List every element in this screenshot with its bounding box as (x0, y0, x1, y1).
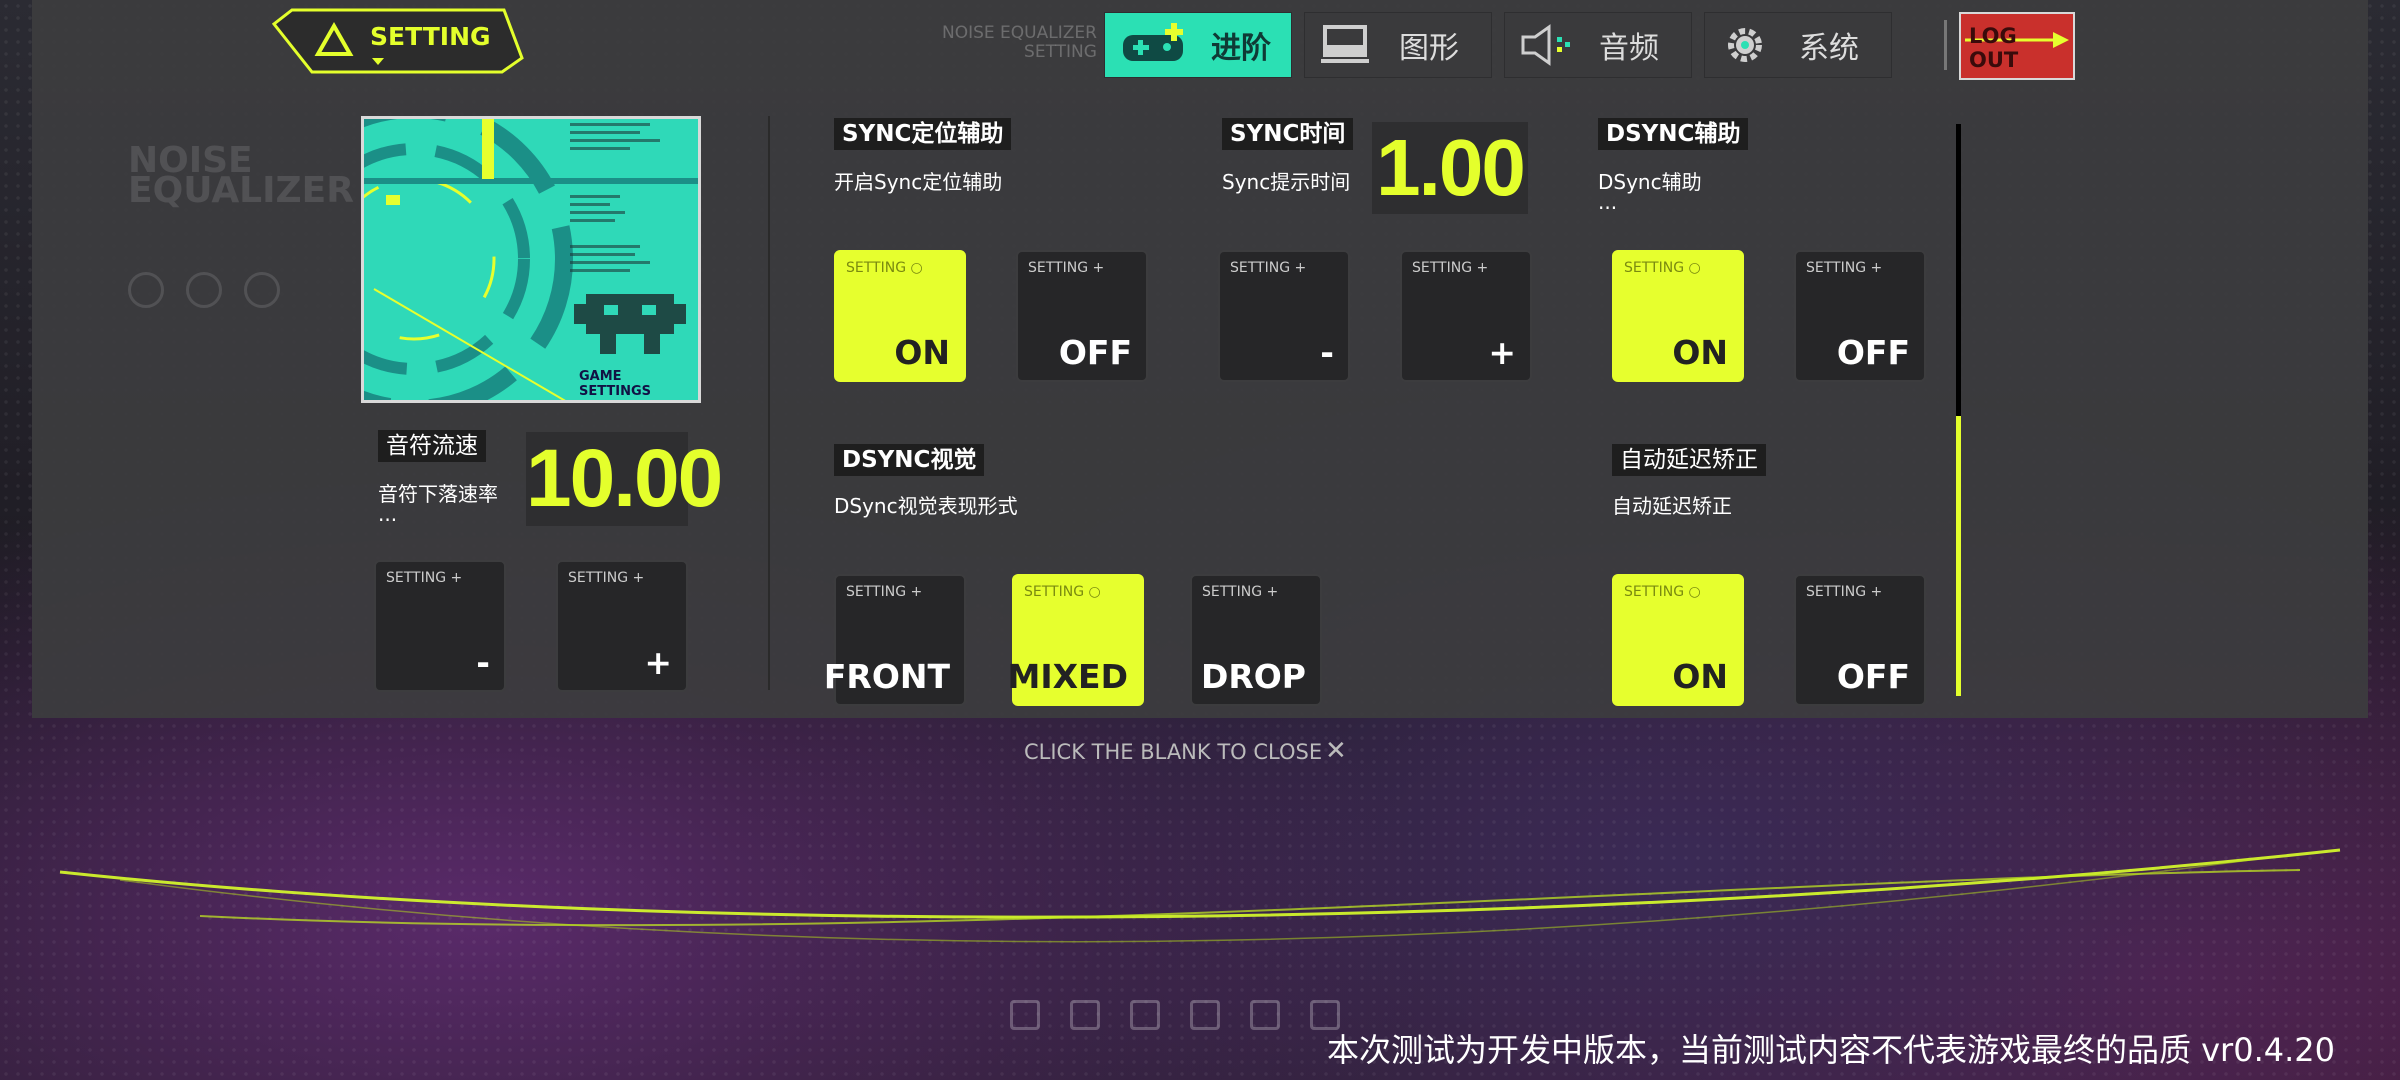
note-speed-title: 音符流速 (378, 430, 486, 462)
setting-tab-label: SETTING (370, 22, 491, 51)
option-tag: SETTING + (1028, 260, 1105, 276)
option-tag: SETTING ○ (1024, 584, 1101, 600)
cover-art-image (364, 119, 698, 400)
sync-time-title: SYNC时间 (1222, 118, 1354, 150)
off-label: OFF (1836, 333, 1910, 372)
nav-separator (1944, 20, 1947, 70)
option-tag: SETTING ○ (1624, 584, 1701, 600)
monitor-icon (1321, 25, 1369, 63)
sync-assist-on-button[interactable]: SETTING ○ ON (834, 250, 966, 382)
off-label: OFF (1836, 657, 1910, 696)
auto-latency-off-button[interactable]: SETTING + OFF (1794, 574, 1926, 706)
settings-panel: SETTING NOISE EQUALIZER NOISE EQUALIZER … (32, 0, 2368, 718)
auto-latency-on-button[interactable]: SETTING ○ ON (1612, 574, 1744, 706)
speaker-icon (1521, 24, 1570, 66)
note-speed-plus-button[interactable]: SETTING + + (556, 560, 688, 692)
background-icons (1010, 1000, 1340, 1030)
option-tag: SETTING + (1412, 260, 1489, 276)
off-label: OFF (1058, 333, 1132, 372)
dsync-visual-mixed-button[interactable]: SETTING ○ MIXED (1008, 574, 1144, 706)
game-settings-cover: GAME SETTINGS (361, 116, 701, 403)
section-divider (768, 116, 770, 690)
mixed-label: MIXED (1007, 657, 1129, 696)
option-tag: SETTING + (1202, 584, 1279, 600)
option-tag: SETTING + (846, 584, 923, 600)
tab-system-label: 系统 (1799, 31, 1859, 66)
option-tag: SETTING + (386, 570, 463, 586)
dsync-visual-front-button[interactable]: SETTING + FRONT (824, 574, 966, 706)
auto-latency-desc: 自动延迟矫正 (1612, 494, 1732, 518)
option-tag: SETTING + (1230, 260, 1307, 276)
option-tag: SETTING + (1806, 584, 1883, 600)
option-tag: SETTING ○ (1624, 260, 1701, 276)
sync-assist-desc: 开启Sync定位辅助 (834, 170, 1003, 194)
on-label: ON (894, 333, 950, 372)
close-icon[interactable]: ✕ (1325, 736, 1347, 766)
dsync-visual-drop-button[interactable]: SETTING + DROP (1190, 574, 1322, 706)
auto-latency-title: 自动延迟矫正 (1612, 444, 1766, 476)
tab-advanced[interactable]: 进阶 (1104, 12, 1292, 78)
option-tag: SETTING ○ (846, 260, 923, 276)
sync-time-minus-button[interactable]: SETTING + - (1218, 250, 1350, 382)
dsync-visual-desc: DSync视觉表现形式 (834, 494, 1018, 518)
background-light-curves (59, 848, 2341, 943)
build-disclaimer: 本次测试为开发中版本，当前测试内容不代表游戏最终的品质 vr0.4.20 (1326, 1031, 2335, 1069)
sync-time-plus-button[interactable]: SETTING + + (1400, 250, 1532, 382)
note-speed-minus-button[interactable]: SETTING + - (374, 560, 506, 692)
setting-tab[interactable]: SETTING (272, 8, 524, 74)
gamepad-icon (1123, 23, 1183, 61)
sync-assist-title: SYNC定位辅助 (834, 118, 1012, 150)
close-hint[interactable]: CLICK THE BLANK TO CLOSE (1024, 740, 1322, 764)
sync-time-value: 1.00 (1372, 122, 1528, 214)
note-speed-ellipsis: ... (378, 502, 398, 526)
plus-label: + (1488, 333, 1516, 372)
brand-logo-faint: NOISE EQUALIZER (128, 140, 354, 211)
sync-assist-off-button[interactable]: SETTING + OFF (1016, 250, 1148, 382)
on-label: ON (1672, 657, 1728, 696)
scrollbar-thumb[interactable] (1956, 416, 1961, 696)
note-speed-value: 10.00 (526, 432, 723, 526)
tab-graphics[interactable]: 图形 (1304, 12, 1492, 78)
option-tag: SETTING + (1806, 260, 1883, 276)
plus-label: + (644, 643, 672, 682)
brand-dots (128, 272, 280, 308)
tab-audio[interactable]: 音频 (1504, 12, 1692, 78)
sync-time-desc: Sync提示时间 (1222, 170, 1351, 194)
option-tag: SETTING + (568, 570, 645, 586)
tab-system[interactable]: 系统 (1704, 12, 1892, 78)
dsync-assist-title: DSYNC辅助 (1598, 118, 1749, 150)
logout-button[interactable]: LOG OUT (1959, 12, 2075, 80)
front-label: FRONT (823, 657, 950, 696)
dsync-assist-ellipsis: ... (1598, 190, 1618, 214)
minus-label: - (476, 643, 490, 682)
minus-label: - (1320, 333, 1334, 372)
gear-icon (1728, 28, 1762, 62)
logout-label: LOG OUT (1969, 24, 2019, 72)
cover-caption: GAME SETTINGS (579, 369, 652, 399)
dsync-assist-on-button[interactable]: SETTING ○ ON (1612, 250, 1744, 382)
on-label: ON (1672, 333, 1728, 372)
dsync-visual-title: DSYNC视觉 (834, 444, 985, 476)
nav-faint-label: NOISE EQUALIZER SETTING (942, 23, 1097, 62)
dsync-assist-off-button[interactable]: SETTING + OFF (1794, 250, 1926, 382)
tab-advanced-label: 进阶 (1211, 31, 1271, 66)
tab-graphics-label: 图形 (1399, 31, 1459, 66)
tab-audio-label: 音频 (1599, 31, 1659, 66)
drop-label: DROP (1200, 657, 1306, 696)
